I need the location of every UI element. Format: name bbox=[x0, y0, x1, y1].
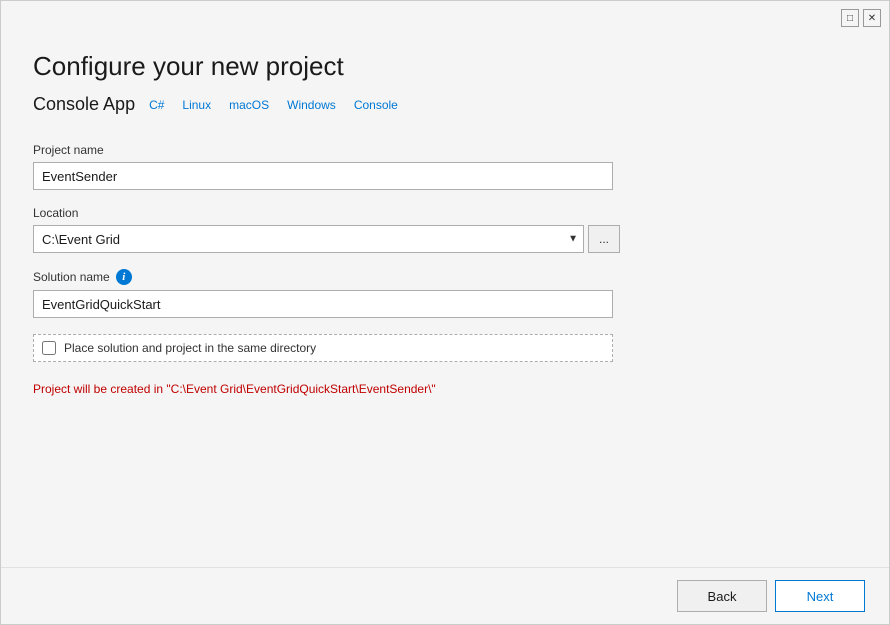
page-title: Configure your new project bbox=[33, 51, 857, 82]
tag-windows: Windows bbox=[283, 97, 340, 113]
project-type-label: Console App bbox=[33, 94, 135, 115]
subtitle-row: Console App C# Linux macOS Windows Conso… bbox=[33, 94, 857, 115]
project-name-label: Project name bbox=[33, 143, 857, 157]
project-name-input[interactable] bbox=[33, 162, 613, 190]
project-name-group: Project name bbox=[33, 143, 857, 190]
minimize-icon: □ bbox=[847, 13, 853, 24]
solution-name-label: Solution name bbox=[33, 270, 110, 284]
next-button[interactable]: Next bbox=[775, 580, 865, 612]
path-info-text: Project will be created in "C:\Event Gri… bbox=[33, 382, 857, 396]
tag-macos: macOS bbox=[225, 97, 273, 113]
bottom-bar: Back Next bbox=[1, 567, 889, 624]
close-icon: ✕ bbox=[868, 13, 876, 24]
same-directory-checkbox[interactable] bbox=[42, 341, 56, 355]
location-group: Location C:\Event Grid ▼ ... bbox=[33, 206, 857, 253]
same-directory-label: Place solution and project in the same d… bbox=[64, 341, 316, 355]
location-select[interactable]: C:\Event Grid bbox=[33, 225, 584, 253]
info-icon: i bbox=[116, 269, 132, 285]
main-content: Configure your new project Console App C… bbox=[1, 27, 889, 567]
tag-csharp: C# bbox=[145, 97, 168, 113]
location-select-wrapper: C:\Event Grid ▼ bbox=[33, 225, 584, 253]
solution-name-group: Solution name i bbox=[33, 269, 857, 318]
close-button[interactable]: ✕ bbox=[863, 9, 881, 27]
form-section: Project name Location C:\Event Grid ▼ ..… bbox=[33, 143, 857, 396]
title-bar-controls: □ ✕ bbox=[841, 9, 881, 27]
solution-name-label-row: Solution name i bbox=[33, 269, 857, 285]
location-row: C:\Event Grid ▼ ... bbox=[33, 225, 857, 253]
tag-linux: Linux bbox=[178, 97, 215, 113]
back-button[interactable]: Back bbox=[677, 580, 767, 612]
solution-name-input[interactable] bbox=[33, 290, 613, 318]
title-bar: □ ✕ bbox=[1, 1, 889, 27]
tag-console: Console bbox=[350, 97, 402, 113]
minimize-button[interactable]: □ bbox=[841, 9, 859, 27]
configure-project-window: □ ✕ Configure your new project Console A… bbox=[0, 0, 890, 625]
location-label: Location bbox=[33, 206, 857, 220]
browse-button[interactable]: ... bbox=[588, 225, 620, 253]
same-directory-checkbox-row[interactable]: Place solution and project in the same d… bbox=[33, 334, 613, 362]
